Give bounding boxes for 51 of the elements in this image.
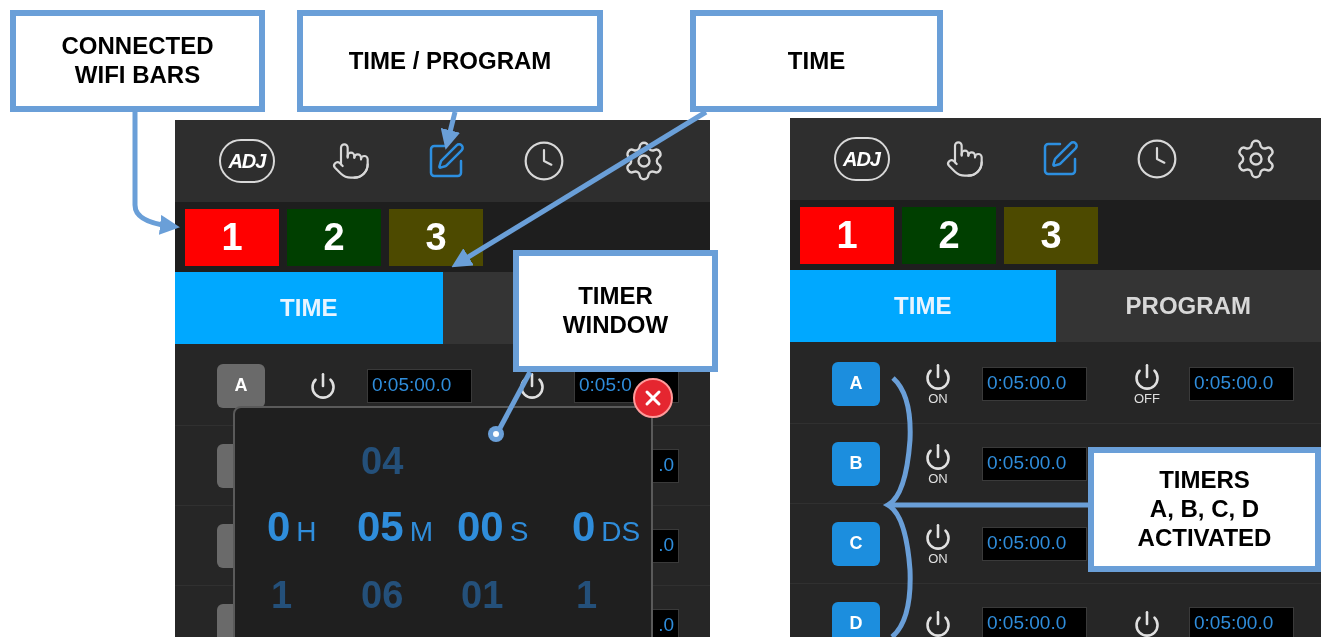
timer-button[interactable]: C [832,521,880,566]
timer-button[interactable]: A [217,363,265,408]
leader-line [488,370,533,442]
picker-value[interactable]: 05 [357,495,404,558]
tab[interactable]: TIME [790,270,1056,342]
power-icon [1133,362,1161,391]
power-icon [924,362,952,391]
power-icon [924,442,952,471]
picker-value[interactable]: 0 [572,495,596,558]
power-icon [924,609,952,637]
time-field[interactable]: 0:05:00.0 [1189,606,1294,637]
picker-value[interactable]: 00 [457,495,504,558]
logo: ADJ [218,139,275,183]
callout-tooltip: CONNECTED WIFI BARS [10,10,265,112]
time-field[interactable]: 0:05:00.0 [982,366,1087,401]
picker-unit: DS [601,515,641,549]
time-field[interactable]: 0:05:00.0 [982,446,1087,481]
power-icon [518,371,546,400]
power-label: ON [928,471,948,485]
callout-tooltip: TIMERS A, B, C, D ACTIVATED [1088,447,1321,572]
power-label: ON [928,391,948,405]
callout-tooltip: TIME [690,10,943,112]
zone-tile[interactable]: 2 [902,206,996,264]
picker-value[interactable]: 0 [267,495,291,558]
power-label: OFF [1134,391,1160,405]
zone-tile[interactable]: 2 [287,208,381,266]
time-field[interactable]: 0:05:00.0 [982,606,1087,637]
power-icon [309,371,337,400]
time-field[interactable]: 0:05:00.0 [1189,366,1294,401]
callout-tooltip: TIMER WINDOW [513,250,718,372]
power-label: ON [928,551,948,565]
callout-tooltip: TIME / PROGRAM [297,10,603,112]
timer-button[interactable]: B [832,441,880,486]
timer-button[interactable]: A [832,361,880,406]
tab[interactable]: PROGRAM [1055,270,1321,342]
picker-unit: S [509,515,529,549]
power-icon [1133,609,1161,637]
picker-unit: H [296,515,317,549]
hand-pointer-icon[interactable] [944,139,985,179]
logo: ADJ [833,137,890,181]
zone-tile[interactable]: 3 [389,208,483,266]
hand-pointer-icon[interactable] [330,141,371,181]
picker-unit: M [409,515,434,549]
zone-tile[interactable]: 1 [185,208,279,266]
zone-tile[interactable]: 1 [800,206,894,264]
zone-tile[interactable]: 3 [1004,206,1098,264]
time-field[interactable]: 0:05:00.0 [367,368,472,403]
timer-button[interactable]: D [832,601,880,637]
time-field[interactable]: 0:05:00.0 [982,526,1087,561]
power-icon [924,522,952,551]
tab[interactable]: TIME [175,272,443,344]
